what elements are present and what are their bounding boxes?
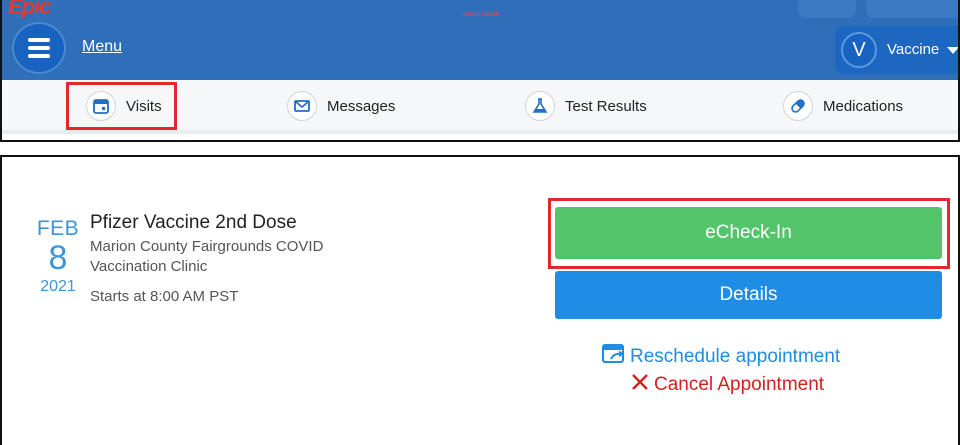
account-switcher[interactable]: V Vaccine [835, 26, 958, 74]
nav-item-test-results[interactable]: Test Results [525, 80, 647, 132]
visits-highlight [66, 82, 177, 130]
divider [2, 130, 958, 134]
reschedule-link[interactable]: Reschedule appointment [602, 343, 840, 371]
appointment-location: Marion County Fairgrounds COVID Vaccinat… [90, 238, 324, 275]
nav-label: Medications [823, 97, 904, 115]
nav-item-messages[interactable]: Messages [287, 80, 395, 132]
header-tab[interactable] [866, 0, 958, 18]
close-icon [630, 372, 650, 398]
nav-label: Messages [327, 97, 396, 115]
appointment-card: FEB 8 2021 Pfizer Vaccine 2nd Dose Mario… [0, 155, 960, 445]
date-year: 2021 [40, 278, 76, 295]
nav-label: Test Results [565, 97, 647, 115]
date-day: 8 [48, 239, 68, 277]
caret-down-icon [947, 47, 958, 54]
appointment-info: Pfizer Vaccine 2nd Dose Marion County Fa… [90, 211, 420, 307]
hamburger-icon-bar [28, 46, 50, 50]
envelope-icon [287, 91, 317, 121]
pill-icon [783, 91, 813, 121]
flask-icon [525, 91, 555, 121]
cancel-appointment-link[interactable]: Cancel Appointment [630, 372, 824, 398]
app-header: Epic Salem Health Menu V Vaccine [2, 0, 958, 80]
appointment-date: FEB 8 2021 [32, 217, 84, 297]
appointment-time: Starts at 8:00 AM PST [90, 288, 239, 305]
nav-item-medications[interactable]: Medications [783, 80, 903, 132]
date-month: FEB [36, 217, 80, 240]
cancel-label: Cancel Appointment [654, 374, 825, 395]
top-panel: Epic Salem Health Menu V Vaccine Visits … [0, 0, 960, 142]
hamburger-icon [28, 38, 50, 42]
menu-button[interactable] [14, 24, 64, 72]
avatar: V [841, 32, 877, 68]
reschedule-icon [602, 343, 626, 371]
menu-link[interactable]: Menu [82, 38, 122, 56]
hamburger-icon-bar [28, 54, 50, 58]
reschedule-label: Reschedule appointment [630, 346, 841, 367]
appointment-title: Pfizer Vaccine 2nd Dose [90, 212, 297, 233]
echeckin-button[interactable]: eCheck-In [555, 207, 942, 259]
account-name: Vaccine [887, 41, 940, 58]
header-tab[interactable] [798, 0, 856, 18]
details-button[interactable]: Details [555, 271, 942, 319]
